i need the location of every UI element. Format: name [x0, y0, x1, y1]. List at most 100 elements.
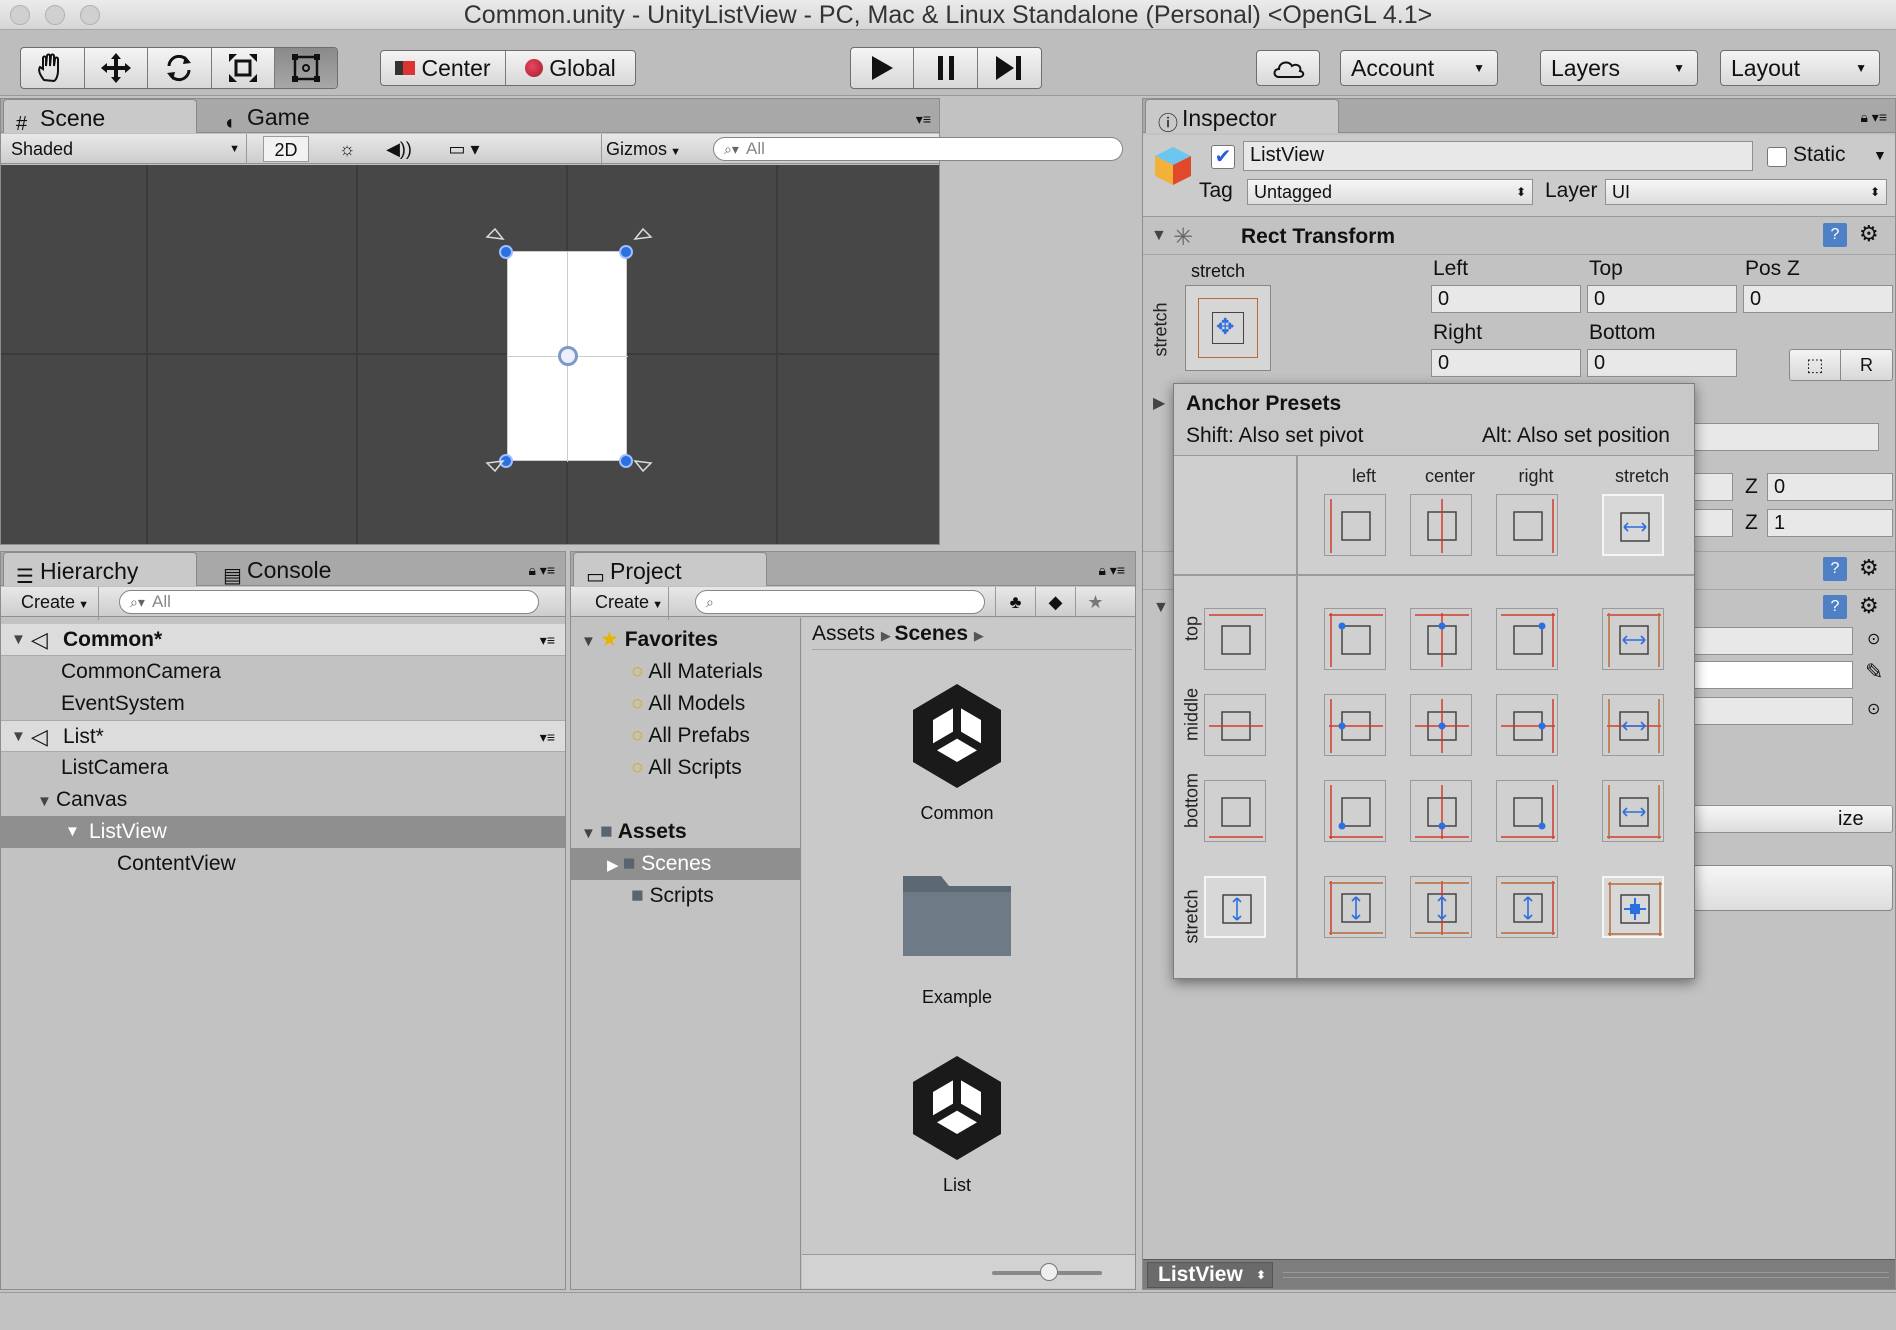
anchor-preset-top-left[interactable]	[1324, 608, 1386, 670]
object-picker-icon[interactable]: ⊙	[1867, 699, 1880, 719]
scene-menu-icon[interactable]: ▾≡	[540, 624, 555, 656]
scene-menu-icon[interactable]: ▾≡	[540, 721, 555, 753]
help-book-icon[interactable]: ?	[1823, 223, 1847, 247]
tab-scene[interactable]: # Scene	[3, 99, 197, 135]
favorite-item[interactable]: ○ All Materials	[631, 656, 763, 688]
preview-object-dropdown[interactable]: ListView ⬍	[1147, 1262, 1273, 1288]
favorite-item[interactable]: ○ All Models	[631, 688, 745, 720]
anchor-preset-stretch-stretch[interactable]	[1602, 876, 1664, 938]
lock-icon[interactable]: 🔒︎ ▾≡	[528, 562, 555, 579]
play-button[interactable]	[851, 48, 915, 88]
expanded-arrow-icon[interactable]: ▼	[1153, 599, 1169, 617]
tab-console[interactable]: ▤ Console	[211, 552, 371, 587]
pivot-mode-button[interactable]: Center	[381, 51, 507, 85]
tab-game[interactable]: ◖ Game	[211, 99, 361, 134]
preview-drag-handle[interactable]	[1283, 1272, 1889, 1278]
anchor-preset-none-center[interactable]	[1410, 494, 1472, 556]
hierarchy-search-input[interactable]: ⌕▾ All	[119, 590, 539, 614]
hand-tool-icon[interactable]	[21, 48, 85, 88]
help-book-icon[interactable]: ?	[1823, 595, 1847, 619]
hidden-field[interactable]	[1673, 627, 1853, 655]
native-size-button[interactable]: ize	[1673, 805, 1893, 833]
tab-hierarchy[interactable]: ☰ Hierarchy	[3, 552, 197, 588]
blueprint-mode-icon[interactable]: ⬚	[1790, 350, 1842, 380]
posz-input[interactable]: 0	[1743, 285, 1893, 313]
lock-icon[interactable]: 🔒︎ ▾≡	[1860, 109, 1887, 126]
add-component-button[interactable]	[1671, 865, 1893, 911]
bottom-input[interactable]: 0	[1587, 349, 1737, 377]
hidden-field[interactable]	[1673, 697, 1853, 725]
project-create-dropdown[interactable]: Create ▼	[581, 587, 669, 620]
filter-by-type-icon[interactable]: ♣	[995, 587, 1035, 617]
tab-inspector[interactable]: ⓘ Inspector	[1145, 99, 1339, 135]
hierarchy-item[interactable]: CommonCamera	[61, 656, 221, 688]
lock-icon[interactable]: 🔒︎ ▾≡	[1098, 562, 1125, 579]
gear-icon[interactable]: ⚙	[1859, 593, 1879, 619]
tab-project[interactable]: ▭ Project	[573, 552, 767, 588]
anchor-preset-middle-stretch[interactable]	[1602, 694, 1664, 756]
object-picker-icon[interactable]: ⊙	[1867, 629, 1880, 649]
account-dropdown[interactable]: Account ▼	[1340, 50, 1498, 86]
anchor-preset-top-right[interactable]	[1496, 608, 1558, 670]
anchor-preset-bottom-stretch[interactable]	[1602, 780, 1664, 842]
layer-dropdown[interactable]: UI ⬍	[1605, 179, 1887, 205]
folder-row-selected[interactable]: ▶ ■ Scenes	[571, 848, 800, 880]
gear-icon[interactable]: ⚙	[1859, 221, 1879, 247]
hidden-field[interactable]	[1673, 423, 1879, 451]
anchor-preset-bottom-right[interactable]	[1496, 780, 1558, 842]
anchor-preset-none-stretch[interactable]	[1602, 494, 1664, 556]
breadcrumb-item[interactable]: Scenes	[894, 622, 968, 645]
panel-menu-icon[interactable]: ▾≡	[916, 111, 931, 128]
rect-transform-header[interactable]: ▼ ✳ Rect Transform ? ⚙	[1143, 219, 1895, 255]
hierarchy-item-selected[interactable]: ▼ ListView	[1, 816, 565, 848]
gear-icon[interactable]: ⚙	[1859, 555, 1879, 581]
asset-tile[interactable]: Common	[892, 676, 1022, 826]
space-mode-button[interactable]: Global	[506, 51, 635, 85]
active-checkbox[interactable]: ✔	[1211, 145, 1235, 169]
2d-mode-toggle[interactable]: 2D	[263, 136, 309, 162]
asset-tile[interactable]: List	[892, 1048, 1022, 1198]
rotation-z-input[interactable]: 0	[1767, 473, 1893, 501]
step-button[interactable]	[978, 48, 1041, 88]
color-field[interactable]	[1673, 661, 1853, 689]
anchor-preset-stretch-center[interactable]	[1410, 876, 1472, 938]
effects-toggle-icon[interactable]: ▭ ▾	[437, 134, 491, 164]
anchor-preset-top-stretch[interactable]	[1602, 608, 1664, 670]
anchor-preset-middle-none[interactable]	[1204, 694, 1266, 756]
anchor-preset-middle-right[interactable]	[1496, 694, 1558, 756]
anchor-preset-button[interactable]: ✥	[1185, 285, 1271, 371]
favorites-row[interactable]: ▼ ★ Favorites	[581, 624, 718, 656]
hierarchy-scene-row[interactable]: ▼ ◁ List* ▾≡	[1, 720, 565, 752]
anchor-preset-stretch-none[interactable]	[1204, 876, 1266, 938]
anchor-preset-bottom-left[interactable]	[1324, 780, 1386, 842]
cloud-button[interactable]	[1256, 50, 1320, 86]
raw-edit-button[interactable]: R	[1841, 350, 1892, 380]
favorite-star-icon[interactable]: ★	[1075, 587, 1115, 617]
scale-tool-icon[interactable]	[212, 48, 276, 88]
breadcrumb-item[interactable]: Assets	[812, 622, 875, 645]
hierarchy-item[interactable]: ListCamera	[61, 752, 168, 784]
assets-row[interactable]: ▼ ■ Assets	[581, 816, 687, 848]
anchor-preset-middle-left[interactable]	[1324, 694, 1386, 756]
filter-by-label-icon[interactable]: ◆	[1035, 587, 1075, 617]
scale-z-input[interactable]: 1	[1767, 509, 1893, 537]
hierarchy-create-dropdown[interactable]: Create ▼	[11, 587, 99, 620]
hierarchy-scene-row[interactable]: ▼ ◁ Common* ▾≡	[1, 624, 565, 656]
collapsed-arrow-icon[interactable]: ▶	[1153, 393, 1165, 413]
anchor-preset-none-left[interactable]	[1324, 494, 1386, 556]
favorite-item[interactable]: ○ All Scripts	[631, 752, 742, 784]
object-name-input[interactable]: ListView	[1243, 141, 1753, 171]
anchor-preset-bottom-none[interactable]	[1204, 780, 1266, 842]
move-tool-icon[interactable]	[85, 48, 149, 88]
hierarchy-item[interactable]: EventSystem	[61, 688, 185, 720]
folder-row[interactable]: ■ Scripts	[631, 880, 714, 912]
top-input[interactable]: 0	[1587, 285, 1737, 313]
anchor-preset-none-right[interactable]	[1496, 494, 1558, 556]
anchor-preset-bottom-center[interactable]	[1410, 780, 1472, 842]
anchor-preset-top-center[interactable]	[1410, 608, 1472, 670]
slider-thumb[interactable]	[1040, 1263, 1058, 1281]
pause-button[interactable]	[914, 48, 978, 88]
audio-toggle-icon[interactable]: ◀))	[381, 134, 417, 164]
right-input[interactable]: 0	[1431, 349, 1581, 377]
gizmos-dropdown[interactable]: Gizmos ▼	[601, 134, 693, 167]
